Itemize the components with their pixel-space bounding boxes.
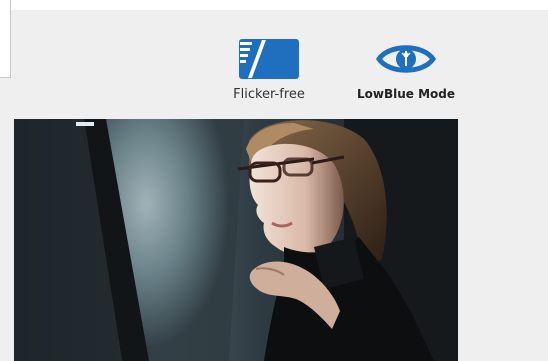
- top-strip: [0, 0, 548, 10]
- feature-lowblue-mode: LowBlue Mode: [348, 40, 464, 101]
- flicker-free-icon: [239, 39, 299, 79]
- woman-at-screen-image: [14, 119, 458, 361]
- lowblue-mode-label: LowBlue Mode: [356, 87, 455, 101]
- left-panel-edge: [0, 0, 11, 78]
- eye-icon: [376, 45, 436, 73]
- feature-flicker-free: Flicker-free: [222, 38, 316, 102]
- flicker-free-label: Flicker-free: [233, 87, 305, 102]
